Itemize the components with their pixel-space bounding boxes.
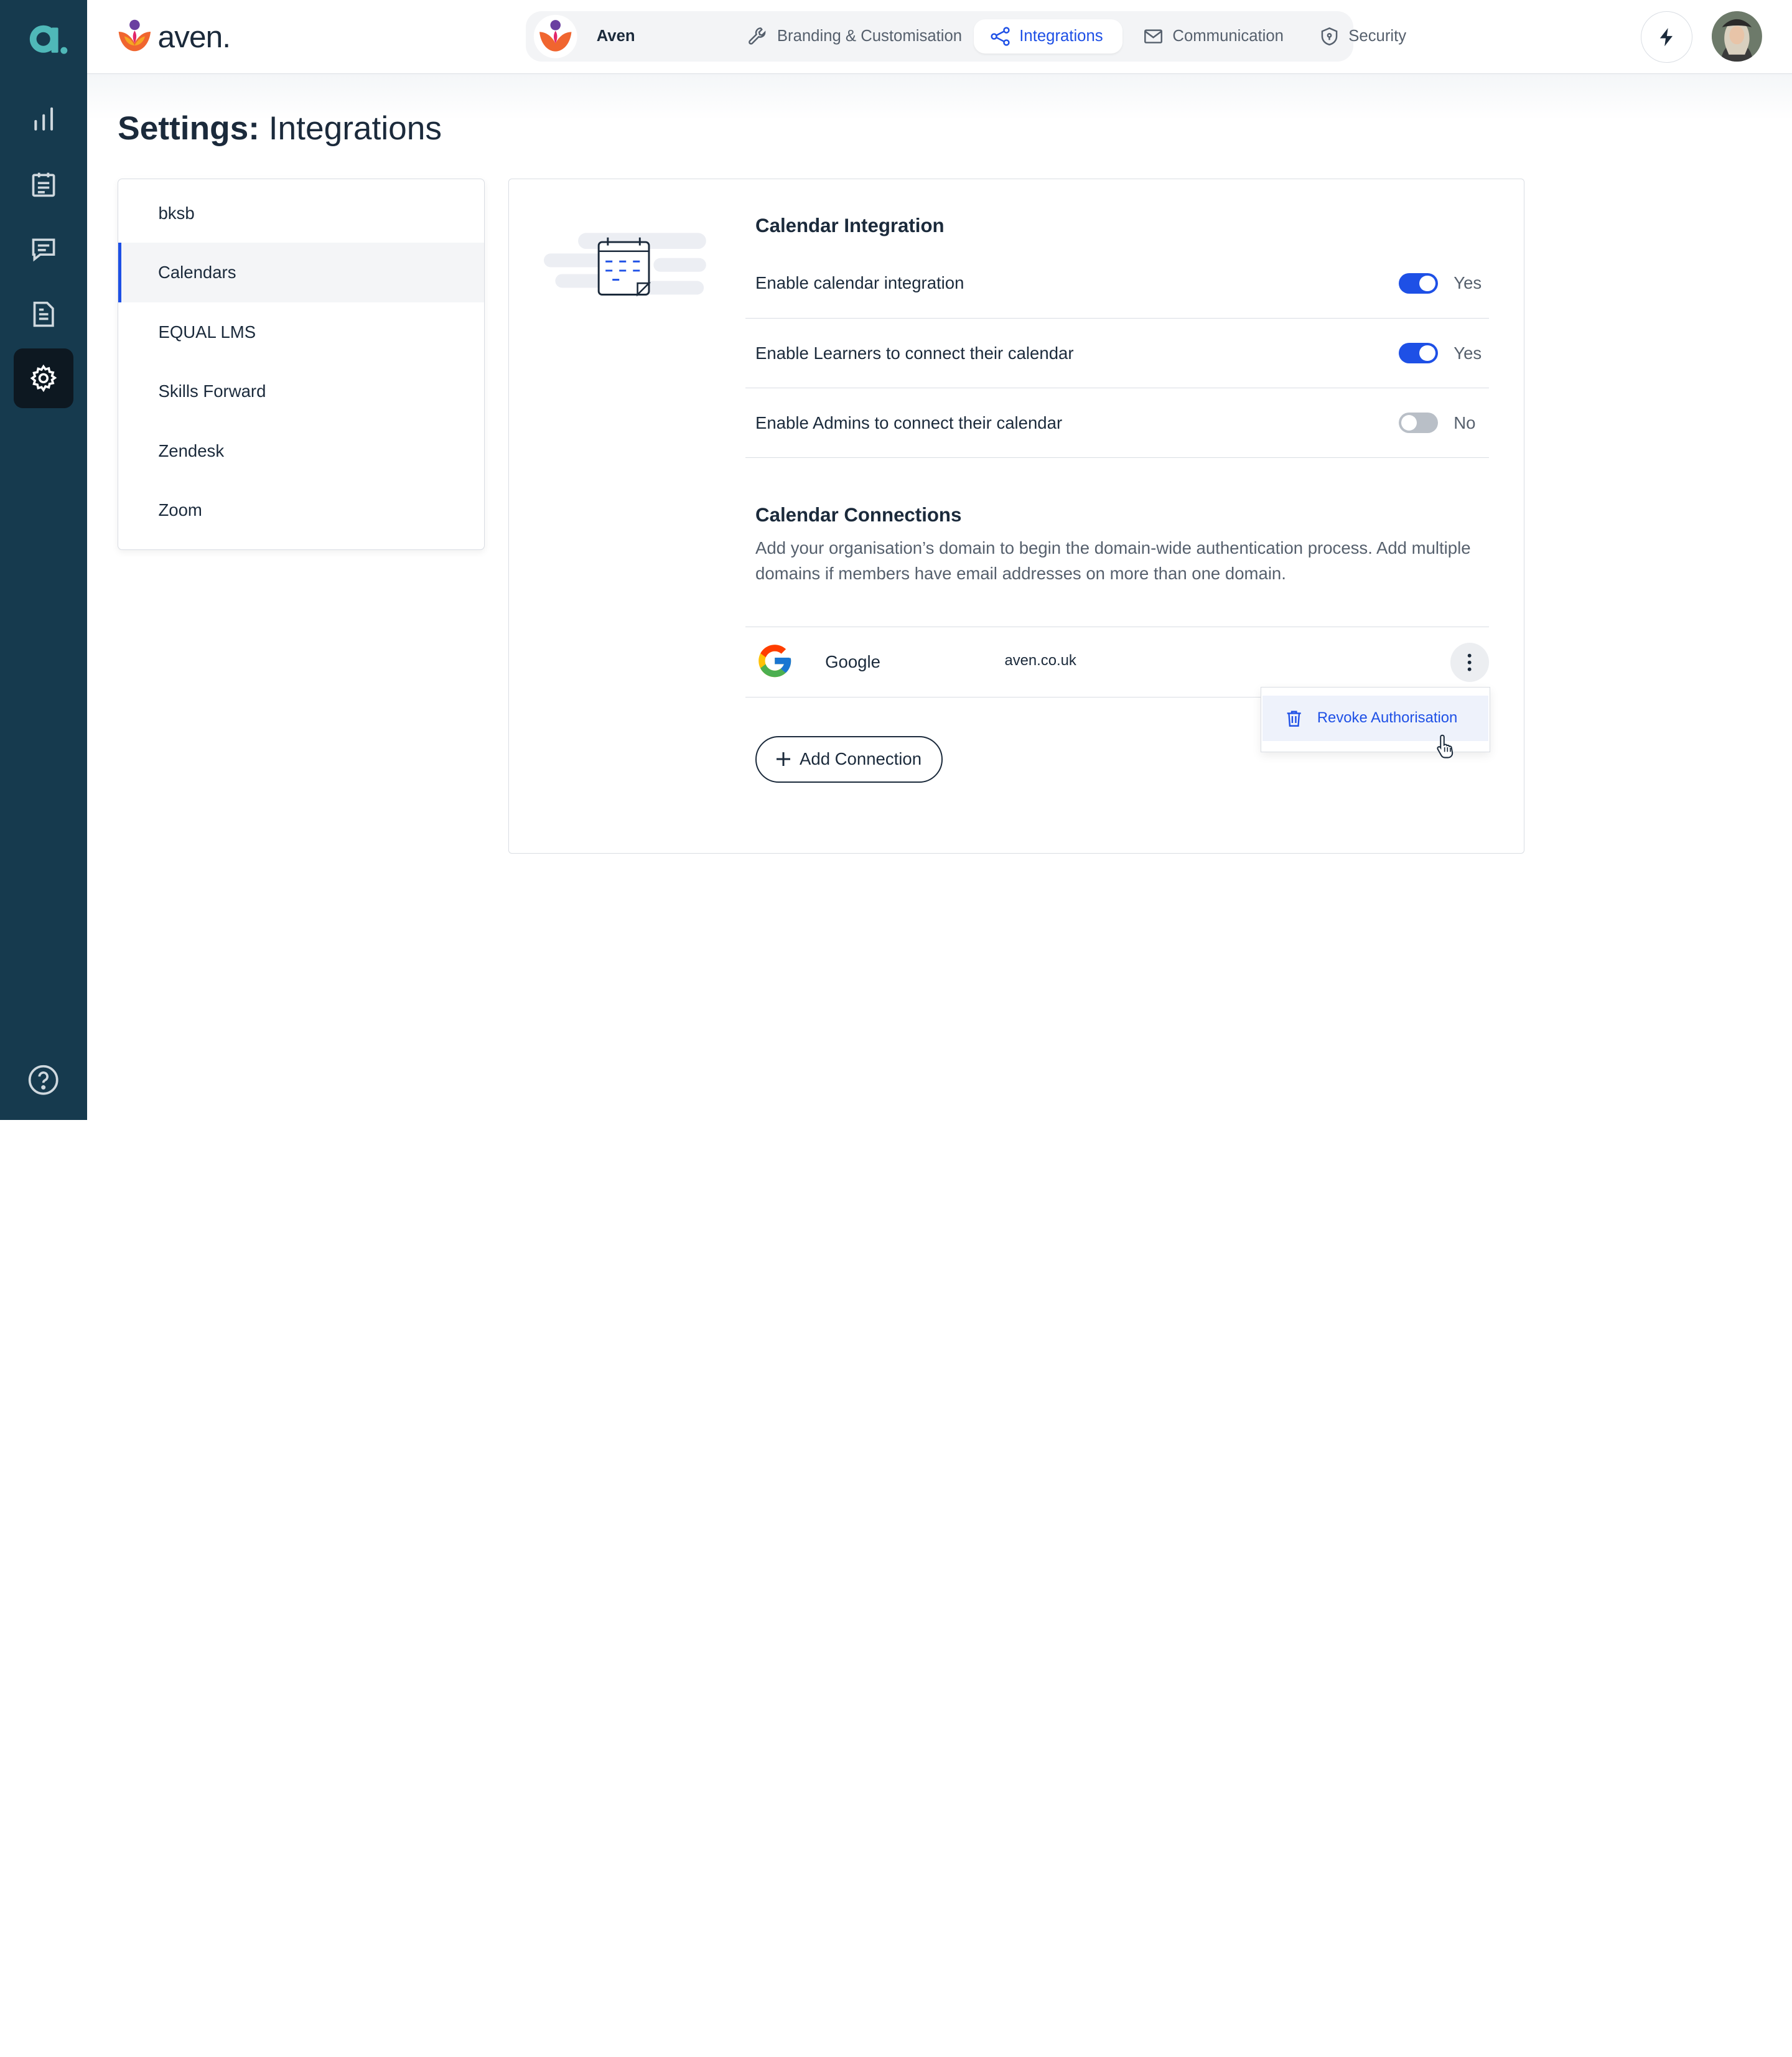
app-logo[interactable]: aven. [116, 18, 231, 55]
subnav-item-zendesk[interactable]: Zendesk [118, 421, 484, 481]
wrench-icon [749, 27, 766, 45]
settings-tabs: Aven Branding & Customisation Integratio… [525, 11, 1406, 62]
more-vertical-icon [1468, 653, 1472, 671]
plus-icon [777, 752, 791, 767]
tab-security[interactable]: Security [1303, 19, 1422, 54]
page-title-bold: Settings: [118, 110, 259, 147]
toggle-state-label: No [1454, 413, 1476, 432]
setting-row-admins-calendar: Enable Admins to connect their calendar … [745, 388, 1490, 458]
subnav-item-zoom[interactable]: Zoom [118, 480, 484, 540]
top-bar: aven. Aven Branding & Customisation Inte… [86, 0, 1792, 74]
setting-row-calendar-integration: Enable calendar integration Yes [745, 249, 1490, 319]
user-avatar[interactable] [1712, 11, 1763, 62]
integrations-icon [990, 27, 1010, 46]
envelope-icon [1144, 29, 1162, 44]
rail-item-messages[interactable] [14, 220, 73, 279]
setting-row-learners-calendar: Enable Learners to connect their calenda… [745, 319, 1490, 388]
subnav-item-label: bksb [158, 203, 195, 223]
add-connection-button[interactable]: Add Connection [755, 735, 943, 783]
tab-label: Security [1348, 27, 1407, 45]
rail-item-assessments[interactable] [14, 154, 73, 214]
lightning-icon [1659, 28, 1673, 47]
chat-icon [32, 238, 55, 262]
calendar-connections-title: Calendar Connections [755, 503, 962, 526]
lotus-logo-icon [119, 20, 151, 52]
rail-item-documents[interactable] [14, 284, 73, 344]
calendar-illustration [544, 228, 708, 304]
calendar-integration-title: Calendar Integration [755, 215, 945, 237]
rail-logo[interactable] [21, 16, 68, 62]
page-title: Settings: Integrations [118, 110, 442, 147]
google-logo-icon [755, 641, 794, 680]
calendar-integration-toggle[interactable] [1399, 273, 1438, 294]
integrations-subnav: bksb Calendars EQUAL LMS Skills Forward … [118, 178, 485, 550]
subnav-item-calendars[interactable]: Calendars [118, 243, 484, 302]
bar-chart-icon [34, 107, 53, 131]
page-title-section: Integrations [259, 110, 442, 147]
subnav-item-label: Zoom [158, 500, 202, 520]
trash-icon [1287, 711, 1302, 727]
tab-label: Communication [1172, 27, 1284, 45]
setting-label: Enable Admins to connect their calendar [755, 413, 1063, 432]
subnav-item-label: EQUAL LMS [158, 322, 256, 342]
toggle-knob [1419, 275, 1435, 292]
tab-label: Branding & Customisation [777, 27, 963, 45]
rail-item-settings[interactable] [14, 348, 73, 408]
setting-label: Enable calendar integration [755, 273, 964, 293]
add-connection-label: Add Connection [800, 749, 922, 769]
hand-cursor-icon [1435, 734, 1456, 758]
setting-label: Enable Learners to connect their calenda… [755, 343, 1074, 363]
tab-aven[interactable]: Aven [526, 14, 642, 59]
toggle-knob [1419, 345, 1435, 361]
tab-label: Aven [596, 27, 635, 45]
help-button[interactable] [27, 1064, 59, 1096]
tab-label: Integrations [1019, 27, 1103, 45]
help-icon [28, 1065, 58, 1095]
tab-branding[interactable]: Branding & Customisation [731, 19, 978, 54]
tab-communication[interactable]: Communication [1127, 19, 1300, 54]
subnav-item-label: Skills Forward [158, 381, 266, 401]
connection-domain: aven.co.uk [1004, 651, 1076, 669]
gear-icon [30, 364, 57, 393]
subnav-item-bksb[interactable]: bksb [118, 184, 484, 243]
connection-provider: Google [825, 651, 880, 671]
subnav-item-label: Calendars [157, 263, 236, 282]
learners-calendar-toggle[interactable] [1399, 343, 1438, 364]
document-icon [33, 301, 54, 327]
toggle-knob [1401, 414, 1417, 431]
tab-integrations[interactable]: Integrations [973, 19, 1122, 54]
connection-menu-button[interactable] [1450, 643, 1490, 682]
left-rail [0, 0, 87, 1120]
subnav-item-label: Zendesk [158, 441, 225, 460]
calendar-icon [544, 233, 707, 297]
quick-actions-button[interactable] [1641, 11, 1693, 63]
admins-calendar-toggle[interactable] [1399, 413, 1438, 434]
rail-item-analytics[interactable] [14, 89, 73, 149]
shield-icon [1321, 27, 1337, 46]
subnav-item-skills-forward[interactable]: Skills Forward [118, 361, 484, 421]
subnav-item-equal-lms[interactable]: EQUAL LMS [118, 302, 484, 362]
clipboard-icon [32, 172, 55, 197]
org-logo-icon [533, 14, 577, 58]
brand-name: aven. [157, 19, 231, 54]
calendar-connections-description: Add your organisation’s domain to begin … [755, 538, 1471, 583]
toggle-state-label: Yes [1454, 273, 1482, 293]
menu-item-label: Revoke Authorisation [1317, 709, 1458, 727]
toggle-state-label: Yes [1454, 343, 1482, 363]
